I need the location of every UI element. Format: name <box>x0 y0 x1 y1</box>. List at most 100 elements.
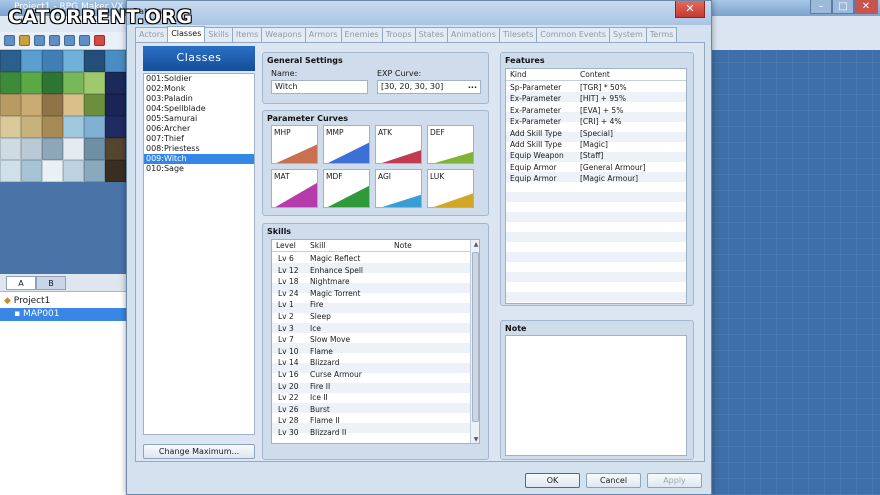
paste-icon[interactable] <box>79 35 90 46</box>
tile[interactable] <box>84 138 105 160</box>
class-item[interactable]: 006:Archer <box>144 124 254 134</box>
tileset-tab-b[interactable]: B <box>36 276 66 290</box>
tile[interactable] <box>0 72 21 94</box>
class-item[interactable]: 005:Samurai <box>144 114 254 124</box>
tile[interactable] <box>84 94 105 116</box>
table-row[interactable]: Lv 28 Flame II <box>272 415 470 427</box>
curve-luk[interactable]: LUK <box>427 169 474 208</box>
copy-icon[interactable] <box>64 35 75 46</box>
ok-button[interactable]: OK <box>525 473 580 488</box>
tile[interactable] <box>42 138 63 160</box>
tab-actors[interactable]: Actors <box>135 27 169 42</box>
table-row[interactable]: Equip Weapon [Staff] <box>506 150 686 161</box>
tile[interactable] <box>84 72 105 94</box>
minimize-button[interactable]: – <box>810 0 832 14</box>
tile[interactable] <box>63 94 84 116</box>
note-textarea[interactable] <box>505 335 687 456</box>
tile[interactable] <box>0 160 21 182</box>
tab-tilesets[interactable]: Tilesets <box>498 27 538 42</box>
tile[interactable] <box>42 116 63 138</box>
curve-def[interactable]: DEF <box>427 125 474 164</box>
delete-icon[interactable] <box>94 35 105 46</box>
table-row[interactable]: Lv 12 Enhance Spell <box>272 265 470 277</box>
skills-col-note[interactable]: Note <box>394 241 412 250</box>
tile[interactable] <box>0 138 21 160</box>
tile[interactable] <box>105 160 126 182</box>
class-item[interactable]: 008:Priestess <box>144 144 254 154</box>
skills-scrollbar[interactable]: ▲ ▼ <box>470 240 479 443</box>
tile[interactable] <box>21 138 42 160</box>
scroll-thumb[interactable] <box>472 252 479 422</box>
tree-project-node[interactable]: ◆ Project1 <box>4 296 50 306</box>
table-row[interactable]: Lv 3 Ice <box>272 323 470 335</box>
table-row[interactable]: Ex-Parameter [EVA] + 5% <box>506 105 686 116</box>
tab-classes[interactable]: Classes <box>167 26 206 42</box>
class-item[interactable]: 001:Soldier <box>144 74 254 84</box>
tab-animations[interactable]: Animations <box>446 27 500 42</box>
table-row[interactable]: Add Skill Type [Magic] <box>506 139 686 150</box>
tile[interactable] <box>42 72 63 94</box>
tab-weapons[interactable]: Weapons <box>261 27 306 42</box>
tile[interactable] <box>63 72 84 94</box>
table-row[interactable]: Add Skill Type [Special] <box>506 128 686 139</box>
curve-agi[interactable]: AGI <box>375 169 422 208</box>
curve-mhp[interactable]: MHP <box>271 125 318 164</box>
tile[interactable] <box>105 116 126 138</box>
tile[interactable] <box>0 94 21 116</box>
skills-table[interactable]: Level Skill Note Lv 6 Magic Reflect Lv 12 E… <box>271 239 480 444</box>
save-icon[interactable] <box>34 35 45 46</box>
tab-items[interactable]: Items <box>231 27 263 42</box>
table-row[interactable]: Lv 14 Blizzard <box>272 357 470 369</box>
maximize-button[interactable]: □ <box>832 0 854 14</box>
skills-col-skill[interactable]: Skill <box>310 241 325 250</box>
tile[interactable] <box>63 160 84 182</box>
open-icon[interactable] <box>19 35 30 46</box>
change-maximum-button[interactable]: Change Maximum... <box>143 444 255 459</box>
features-col-kind[interactable]: Kind <box>510 70 527 79</box>
table-row[interactable]: Equip Armor [General Armour] <box>506 162 686 173</box>
tile[interactable] <box>84 116 105 138</box>
table-row[interactable]: Lv 7 Slow Move <box>272 334 470 346</box>
tile[interactable] <box>105 94 126 116</box>
dialog-close-button[interactable]: ✕ <box>675 1 705 18</box>
table-row[interactable]: Ex-Parameter [HIT] + 95% <box>506 93 686 104</box>
name-field[interactable]: Witch <box>271 80 368 94</box>
class-item[interactable]: 007:Thief <box>144 134 254 144</box>
skills-col-level[interactable]: Level <box>276 241 296 250</box>
tileset-tab-a[interactable]: A <box>6 276 36 290</box>
close-window-button[interactable]: ✕ <box>854 0 878 14</box>
class-list[interactable]: 001:Soldier 002:Monk 003:Paladin 004:Spellb… <box>143 73 255 435</box>
tile[interactable] <box>21 50 42 72</box>
tileset-palette[interactable] <box>0 50 126 182</box>
class-item[interactable]: 003:Paladin <box>144 94 254 104</box>
tree-map-node[interactable]: ▪ MAP001 <box>0 308 126 321</box>
tab-states[interactable]: States <box>414 27 448 42</box>
table-row[interactable]: Lv 10 Flame <box>272 346 470 358</box>
table-row[interactable]: Lv 24 Magic Torrent <box>272 288 470 300</box>
curve-mmp[interactable]: MMP <box>323 125 370 164</box>
scroll-up-icon[interactable]: ▲ <box>471 240 479 250</box>
features-col-content[interactable]: Content <box>580 70 610 79</box>
tab-terms[interactable]: Terms <box>645 27 678 42</box>
tile[interactable] <box>21 72 42 94</box>
tab-skills[interactable]: Skills <box>204 27 233 42</box>
tile[interactable] <box>42 50 63 72</box>
tile[interactable] <box>21 160 42 182</box>
tile[interactable] <box>21 94 42 116</box>
curve-atk[interactable]: ATK <box>375 125 422 164</box>
tile[interactable] <box>63 138 84 160</box>
tile[interactable] <box>0 50 21 72</box>
tab-common-events[interactable]: Common Events <box>536 27 610 42</box>
table-row[interactable]: Lv 30 Blizzard II <box>272 427 470 439</box>
exp-curve-field[interactable]: [30, 20, 30, 30] ... <box>377 80 481 94</box>
curve-mdf[interactable]: MDF <box>323 169 370 208</box>
scroll-down-icon[interactable]: ▼ <box>471 435 479 443</box>
tile[interactable] <box>21 116 42 138</box>
table-row[interactable]: Lv 22 Ice II <box>272 392 470 404</box>
apply-button[interactable]: Apply <box>647 473 702 488</box>
curve-mat[interactable]: MAT <box>271 169 318 208</box>
tile[interactable] <box>105 50 126 72</box>
tab-armors[interactable]: Armors <box>304 27 342 42</box>
table-row[interactable]: Sp-Parameter [TGR] * 50% <box>506 82 686 93</box>
tile[interactable] <box>0 116 21 138</box>
